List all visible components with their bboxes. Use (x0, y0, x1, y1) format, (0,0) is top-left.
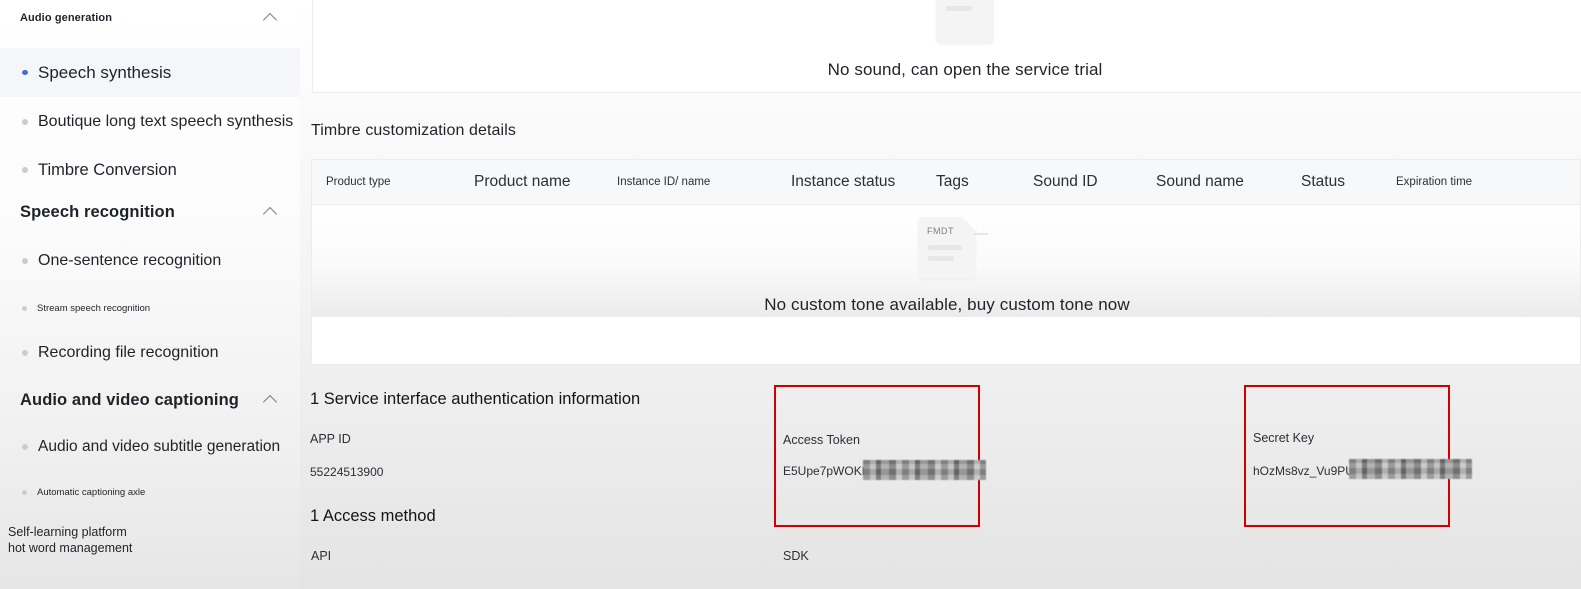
sidebar-item-label: One-sentence recognition (38, 252, 222, 269)
sidebar-item-label: Recording file recognition (38, 344, 219, 361)
access-token-highlight-box (774, 385, 980, 527)
bullet-icon (22, 444, 28, 450)
doc-line (946, 6, 972, 11)
sidebar-group-label: Audio generation (20, 12, 113, 24)
timbre-table-empty-text[interactable]: No custom tone available, buy custom ton… (312, 295, 1581, 315)
bullet-icon (22, 167, 28, 173)
sidebar-item-label: Audio and video subtitle generation (38, 438, 281, 455)
sidebar: Audio generation Speech synthesis Boutiq… (0, 0, 300, 589)
column-header-tags[interactable]: Tags (936, 173, 969, 191)
sidebar-item-label: Timbre Conversion (38, 160, 177, 179)
service-trial-empty-state: No sound, can open the service trial (300, 0, 1581, 80)
sdk-label: SDK (783, 549, 809, 563)
timbre-customization-table: Product type Product name Instance ID/ n… (311, 159, 1581, 365)
sidebar-item-automatic-captioning-axle[interactable]: Automatic captioning axle (0, 478, 300, 506)
sidebar-item-label: Speech synthesis (38, 62, 172, 82)
chevron-up-icon[interactable] (262, 203, 280, 221)
api-label: API (311, 549, 332, 563)
column-header-instance-id-name[interactable]: Instance ID/ name (617, 176, 710, 188)
app-id-value: 55224513900 (310, 465, 384, 479)
column-header-expiration-time[interactable]: Expiration time (1396, 176, 1472, 188)
bullet-icon (22, 70, 28, 75)
access-token-redaction-mask (863, 460, 986, 480)
column-header-product-type[interactable]: Product type (326, 176, 391, 188)
timbre-table-empty-state: FMDT No custom tone available, buy custo… (312, 217, 1581, 315)
bullet-icon (22, 258, 28, 264)
table-header-row: Product type Product name Instance ID/ n… (312, 160, 1580, 205)
sidebar-item-timbre-conversion[interactable]: Timbre Conversion (0, 148, 300, 192)
sidebar-group-label: Audio and video captioning (20, 390, 239, 409)
bullet-icon (22, 305, 27, 311)
sidebar-item-stream-speech-recognition[interactable]: Stream speech recognition (0, 293, 300, 323)
table-body: FMDT No custom tone available, buy custo… (312, 205, 1580, 317)
sidebar-item-boutique-long-text-speech-synthesis[interactable]: Boutique long text speech synthesis (0, 100, 300, 144)
app-id-label: APP ID (310, 432, 351, 446)
main-content: No sound, can open the service trial Tim… (300, 0, 1581, 589)
doc-fold (962, 217, 976, 231)
sidebar-group-audio-generation[interactable]: Audio generation (0, 0, 300, 36)
bullet-icon (22, 350, 28, 356)
bullet-icon (22, 119, 28, 125)
sidebar-item-audio-and-video-subtitle-generation[interactable]: Audio and video subtitle generation (0, 426, 300, 468)
sidebar-item-label: Stream speech recognition (37, 302, 151, 314)
document-placeholder-icon (936, 0, 994, 44)
column-header-sound-id[interactable]: Sound ID (1033, 173, 1098, 191)
doc-line (928, 245, 962, 250)
sidebar-item-recording-file-recognition[interactable]: Recording file recognition (0, 332, 300, 374)
column-header-instance-status[interactable]: Instance status (791, 173, 895, 191)
sidebar-item-label: Automatic captioning axle (37, 486, 146, 498)
sidebar-group-audio-and-video-captioning[interactable]: Audio and video captioning (0, 382, 300, 418)
sidebar-group-label: Speech recognition (20, 202, 175, 221)
timbre-customization-title: Timbre customization details (311, 122, 516, 139)
column-header-product-name[interactable]: Product name (474, 173, 571, 191)
sidebar-item-speech-synthesis[interactable]: Speech synthesis (0, 48, 300, 97)
chevron-up-icon[interactable] (262, 9, 280, 27)
column-header-status[interactable]: Status (1301, 173, 1345, 191)
page-root: Audio generation Speech synthesis Boutiq… (0, 0, 1581, 589)
column-header-sound-name[interactable]: Sound name (1156, 173, 1244, 191)
doc-tag-label: FMDT (927, 226, 954, 236)
auth-section-title: 1 Service interface authentication infor… (310, 390, 641, 408)
doc-stub (974, 233, 988, 235)
sidebar-item-self-learning-platform-hot-word-management[interactable]: Self-learning platform hot word manageme… (8, 524, 138, 556)
sidebar-item-one-sentence-recognition[interactable]: One-sentence recognition (0, 240, 300, 282)
sidebar-item-label: Boutique long text speech synthesis (38, 113, 294, 130)
access-method-title: 1 Access method (310, 507, 436, 525)
secret-key-label: Secret Key (1253, 431, 1315, 445)
document-placeholder-icon: FMDT (918, 217, 988, 279)
secret-key-highlight-box (1244, 385, 1450, 527)
secret-key-redaction-mask (1349, 459, 1472, 479)
bullet-icon (22, 489, 27, 495)
service-trial-empty-text: No sound, can open the service trial (827, 60, 1103, 79)
access-token-label: Access Token (783, 433, 860, 447)
sidebar-group-speech-recognition[interactable]: Speech recognition (0, 194, 300, 230)
chevron-up-icon[interactable] (262, 391, 280, 409)
doc-line (928, 256, 954, 261)
